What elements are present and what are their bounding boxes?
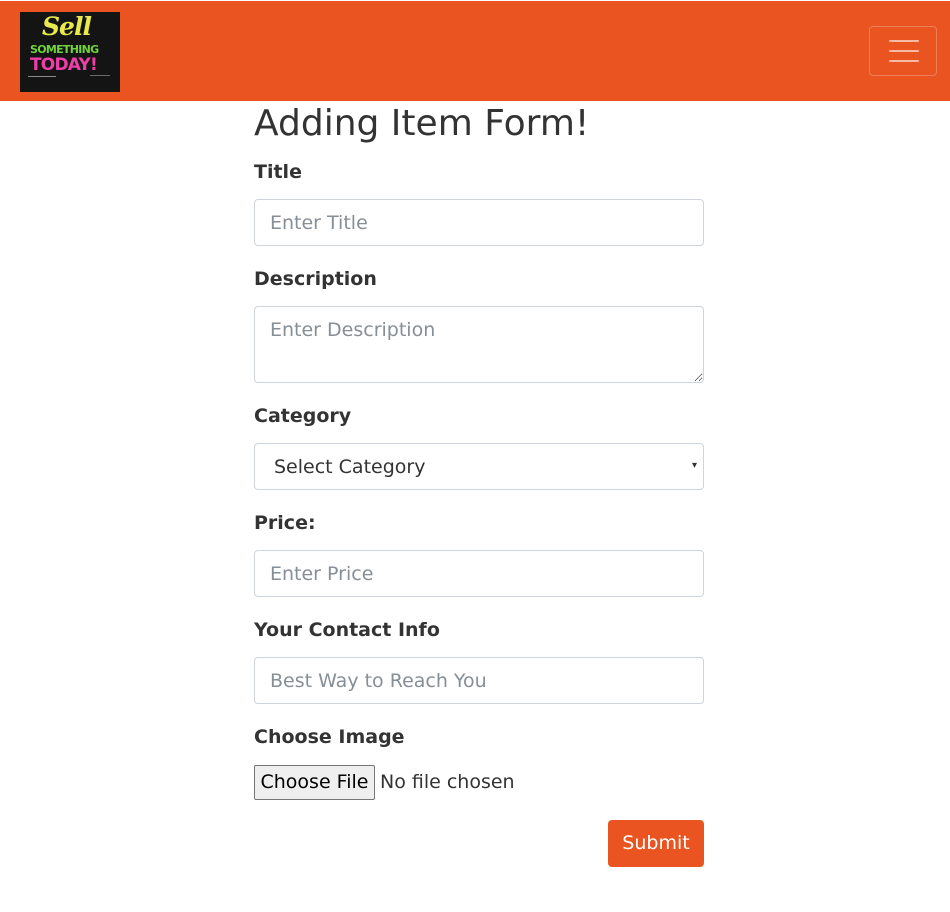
navbar: Sell SOMETHING TODAY!	[0, 0, 950, 101]
category-label: Category	[254, 405, 352, 427]
file-status-text: No file chosen	[380, 771, 515, 793]
navbar-toggle-button[interactable]	[869, 26, 937, 76]
category-select-value: Select Category	[274, 456, 426, 478]
description-textarea[interactable]	[254, 306, 704, 383]
logo-signature	[90, 75, 110, 76]
page-title: Adding Item Form!	[254, 103, 590, 144]
price-input[interactable]	[254, 550, 704, 597]
price-label: Price:	[254, 512, 316, 534]
logo-text-today: TODAY!	[30, 55, 98, 75]
contact-input[interactable]	[254, 657, 704, 704]
submit-button[interactable]: Submit	[608, 820, 704, 867]
category-select[interactable]: Select Category ▾	[254, 443, 704, 490]
choose-file-button[interactable]: Choose File	[254, 765, 375, 800]
title-input[interactable]	[254, 199, 704, 246]
site-logo[interactable]: Sell SOMETHING TODAY!	[20, 12, 120, 92]
description-label: Description	[254, 268, 377, 290]
logo-fine-print	[28, 76, 56, 77]
contact-label: Your Contact Info	[254, 619, 440, 641]
dropdown-caret-icon: ▾	[691, 460, 697, 471]
title-label: Title	[254, 161, 302, 183]
logo-text-sell: Sell	[42, 12, 92, 41]
image-label: Choose Image	[254, 726, 405, 748]
